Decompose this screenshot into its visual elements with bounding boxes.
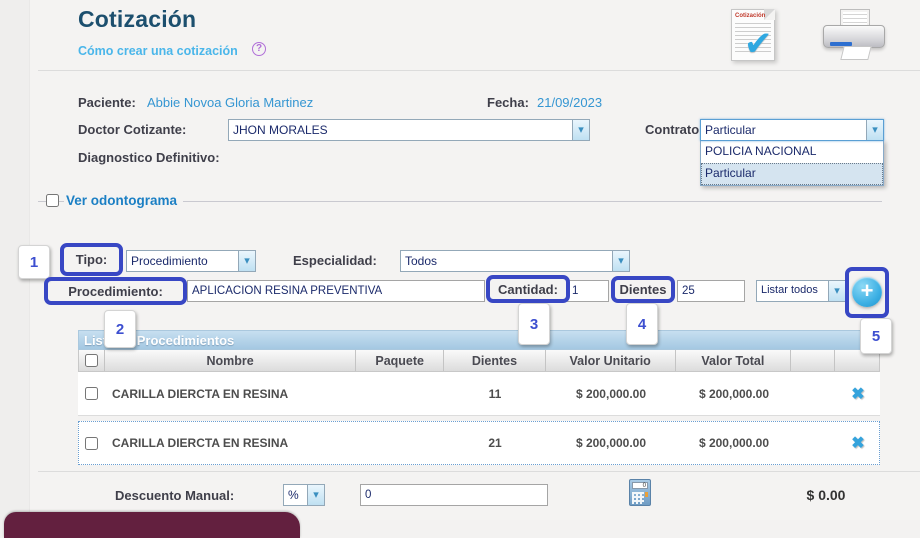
doctor-select[interactable]: JHON MORALES ▾ — [228, 119, 590, 141]
descuento-unit-select[interactable]: % ▾ — [283, 484, 325, 506]
calculator-orange-key — [645, 492, 648, 497]
row-valor-unitario: $ 200,000.00 — [546, 421, 676, 465]
help-icon[interactable]: ? — [252, 42, 266, 56]
row-paquete — [356, 372, 444, 415]
procedimiento-label: Procedimiento: — [68, 284, 163, 299]
chevron-down-icon: ▾ — [572, 120, 589, 140]
col-valor-unitario: Valor Unitario — [546, 350, 676, 371]
select-all-checkbox[interactable] — [85, 354, 98, 367]
cantidad-input[interactable] — [567, 280, 609, 302]
procedimiento-annotation-box: Procedimiento: — [44, 277, 187, 305]
save-quote-button[interactable]: Cotización ✔ — [724, 8, 782, 64]
descuento-amount-input[interactable] — [360, 484, 548, 506]
col-dientes: Dientes — [444, 350, 546, 371]
help-link[interactable]: Cómo crear una cotización — [78, 44, 238, 58]
table-header-row: Nombre Paquete Dientes Valor Unitario Va… — [78, 350, 880, 372]
table-row: CARILLA DIERCTA EN RESINA 11 $ 200,000.0… — [78, 372, 880, 415]
calculator-screen: 0 — [632, 482, 648, 489]
contrato-option-particular[interactable]: Particular — [701, 163, 883, 185]
total-amount: $ 0.00 — [776, 487, 876, 503]
calculator-keys — [632, 492, 644, 504]
chevron-down-icon: ▾ — [828, 281, 845, 301]
header-divider — [38, 70, 920, 71]
add-annotation-box — [845, 267, 889, 318]
descuento-unit-value: % — [284, 485, 307, 505]
fecha-label: Fecha: — [487, 95, 529, 110]
callout-1: 1 — [18, 245, 50, 279]
doctor-select-value: JHON MORALES — [229, 120, 572, 140]
dientes-label: Dientes — [620, 282, 667, 297]
diagnostico-label: Diagnostico Definitivo: — [78, 150, 220, 165]
row-checkbox[interactable] — [85, 437, 98, 450]
procedimiento-input[interactable] — [187, 280, 485, 302]
print-button[interactable] — [820, 8, 888, 62]
footer-divider — [38, 471, 920, 472]
row-paquete — [356, 421, 444, 465]
cotizacion-page: Cotización Cómo crear una cotización ? C… — [0, 0, 920, 520]
col-paquete: Paquete — [356, 350, 444, 371]
page-fold-corner — [764, 9, 775, 20]
row-valor-total: $ 200,000.00 — [676, 421, 792, 465]
row-checkbox[interactable] — [85, 387, 98, 400]
ver-odontograma-checkbox[interactable] — [46, 194, 59, 207]
tipo-label: Tipo: — [76, 252, 108, 267]
paciente-label: Paciente: — [78, 95, 136, 110]
table-row: CARILLA DIERCTA EN RESINA 21 $ 200,000.0… — [78, 421, 880, 465]
quote-document-icon: Cotización ✔ — [731, 9, 775, 61]
chevron-down-icon: ▾ — [307, 485, 324, 505]
contrato-option-policia-nacional[interactable]: POLICIA NACIONAL — [701, 141, 883, 163]
especialidad-select[interactable]: Todos ▾ — [400, 250, 630, 272]
printer-paper-out — [840, 46, 871, 60]
row-valor-total: $ 200,000.00 — [676, 372, 792, 415]
tipo-select-value: Procedimiento — [127, 251, 238, 271]
listar-todos-select[interactable]: Listar todos ▾ — [756, 280, 846, 302]
tipo-annotation-box: Tipo: — [60, 243, 123, 276]
cantidad-annotation-box: Cantidad: — [486, 275, 570, 303]
row-dientes: 11 — [444, 372, 546, 415]
procedures-table: Lista de Procedimientos Nombre Paquete D… — [78, 330, 880, 465]
chevron-down-icon: ▾ — [612, 251, 629, 271]
bottom-maroon-overlay — [4, 512, 300, 538]
callout-4: 4 — [626, 303, 658, 345]
delete-row-icon[interactable]: ✖ — [851, 384, 864, 404]
patient-name-link[interactable]: Abbie Novoa Gloria Martinez — [147, 95, 313, 110]
especialidad-select-value: Todos — [401, 251, 612, 271]
doctor-cotizante-label: Doctor Cotizante: — [78, 122, 186, 137]
quote-doc-label: Cotización — [735, 13, 765, 19]
tipo-select[interactable]: Procedimiento ▾ — [126, 250, 256, 272]
cantidad-label: Cantidad: — [498, 282, 558, 297]
row-valor-unitario: $ 200,000.00 — [546, 372, 676, 415]
listar-todos-value: Listar todos — [757, 281, 828, 301]
chevron-down-icon: ▾ — [866, 120, 883, 140]
chevron-down-icon: ▾ — [238, 251, 255, 271]
callout-2: 2 — [104, 310, 136, 348]
callout-3: 3 — [518, 303, 550, 345]
dientes-input[interactable] — [677, 280, 745, 302]
dientes-annotation-box: Dientes — [611, 276, 675, 303]
calculator-button[interactable]: 0 — [629, 479, 651, 506]
delete-row-icon[interactable]: ✖ — [851, 433, 864, 453]
check-icon: ✔ — [744, 24, 773, 64]
contrato-select-value: Particular — [701, 120, 866, 140]
ver-odontograma-label: Ver odontograma — [64, 193, 183, 210]
page-title: Cotización — [78, 6, 196, 33]
col-nombre: Nombre — [105, 350, 356, 371]
row-nombre: CARILLA DIERCTA EN RESINA — [104, 372, 356, 415]
col-valor-total: Valor Total — [676, 350, 792, 371]
especialidad-label: Especialidad: — [293, 253, 377, 268]
fecha-value: 21/09/2023 — [537, 95, 602, 110]
table-title: Lista de Procedimientos — [78, 330, 880, 350]
contrato-select[interactable]: Particular ▾ — [700, 119, 884, 141]
descuento-manual-label: Descuento Manual: — [115, 488, 234, 503]
callout-5: 5 — [860, 318, 892, 354]
select-all-cell — [79, 350, 105, 371]
row-nombre: CARILLA DIERCTA EN RESINA — [104, 421, 356, 465]
contrato-dropdown-panel: POLICIA NACIONAL Particular — [700, 140, 884, 186]
row-dientes: 21 — [444, 421, 546, 465]
col-action-1 — [791, 350, 835, 371]
contrato-label: Contrato: — [645, 122, 704, 137]
